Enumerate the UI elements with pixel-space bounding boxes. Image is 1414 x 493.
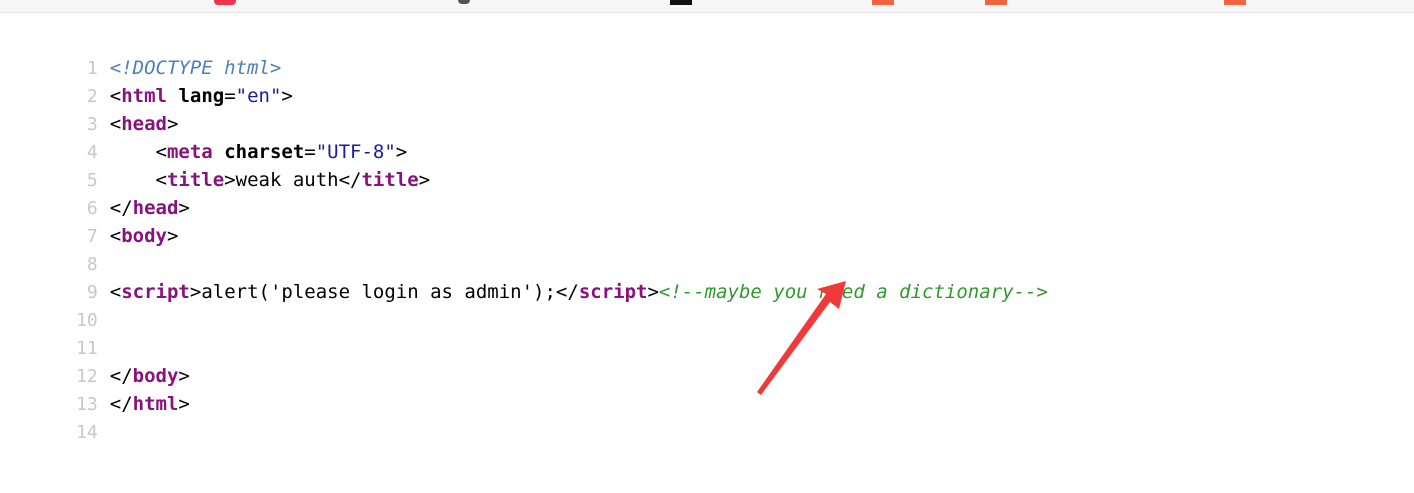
line-number: 14 <box>76 422 98 443</box>
tab-icon[interactable] <box>214 0 236 5</box>
source-line: 14 <box>0 390 1414 443</box>
source-line: 8 <box>0 222 1414 275</box>
source-line: 5 <title>weak auth</title> <box>0 138 1414 191</box>
tab-icon[interactable] <box>670 0 692 5</box>
source-line: 4 <meta charset="UTF-8"> <box>0 110 1414 163</box>
source-line: 9 <script>alert('please login as admin');… <box>0 250 1414 303</box>
source-line: 10 <box>0 278 1414 331</box>
tab-icon[interactable] <box>1224 0 1246 5</box>
source-line: 12 </body> <box>0 334 1414 387</box>
source-line: 2 <html lang="en"> <box>0 54 1414 107</box>
browser-tab-strip <box>0 0 1414 13</box>
source-line: 3 <head> <box>0 82 1414 135</box>
source-line: 7 <body> <box>0 194 1414 247</box>
source-line: 13 </html> <box>0 362 1414 415</box>
page-source-view: 1 <!DOCTYPE html> 2 <html lang="en"> 3 <hea… <box>0 26 1414 443</box>
tab-icon[interactable] <box>872 0 894 5</box>
source-line: 6 </head> <box>0 166 1414 219</box>
source-line: 11 <box>0 306 1414 359</box>
source-line: 1 <!DOCTYPE html> <box>0 26 1414 79</box>
tab-icon[interactable] <box>985 0 1007 5</box>
tab-icon[interactable] <box>458 0 470 4</box>
